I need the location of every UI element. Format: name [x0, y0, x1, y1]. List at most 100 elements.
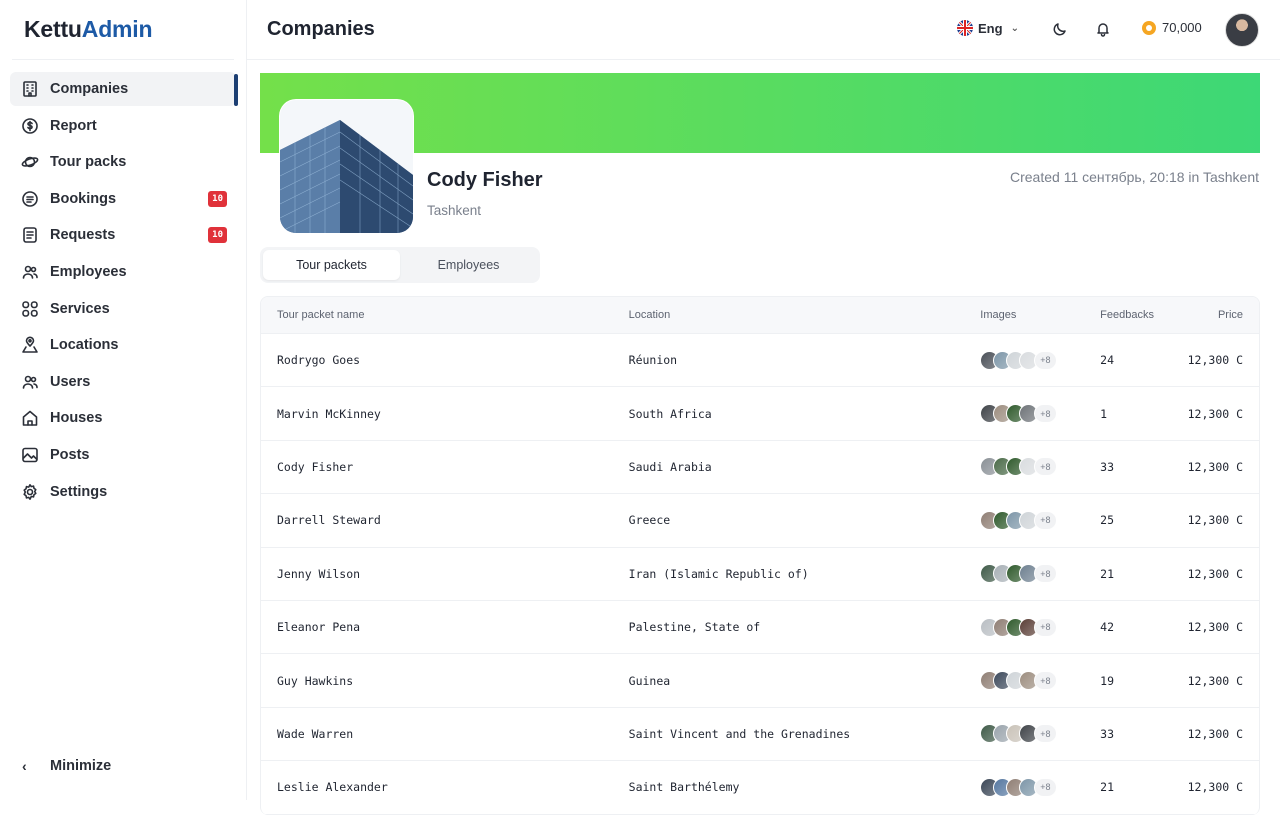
tour-packet-price: 12,300 C: [1187, 726, 1244, 741]
tour-packet-price: 12,300 C: [1187, 406, 1244, 421]
column-header-feedbacks[interactable]: Feedbacks: [1084, 309, 1164, 321]
coin-icon: [1142, 20, 1156, 35]
column-header-name[interactable]: Tour packet name: [261, 309, 613, 321]
avatar[interactable]: [1225, 13, 1259, 47]
tour-packet-feedbacks: 1: [1100, 406, 1108, 421]
tour-packet-feedbacks: 33: [1100, 459, 1115, 474]
tour-packet-feedbacks: 19: [1100, 673, 1115, 688]
sidebar-item-users[interactable]: Users: [10, 365, 236, 399]
table-row[interactable]: Marvin McKinney South Africa +8 1 12,300 C: [261, 387, 1259, 441]
users-icon: [21, 263, 39, 281]
table-row[interactable]: Wade Warren Saint Vincent and the Grenadi…: [261, 708, 1259, 762]
image-thumbnails[interactable]: +8: [980, 724, 1057, 744]
tour-packet-price: 12,300 C: [1187, 566, 1244, 581]
location-icon: [21, 336, 39, 354]
image-thumbnails[interactable]: +8: [980, 457, 1057, 477]
table-row[interactable]: Cody Fisher Saudi Arabia +8 33 12,300 C: [261, 441, 1259, 495]
bookings-count-badge: 10: [208, 190, 227, 207]
tour-packet-feedbacks: 42: [1100, 620, 1115, 635]
building-icon: [21, 80, 39, 98]
table-body: Rodrygo Goes Réunion +8 24 12,300 C Marvin Mc…: [261, 334, 1259, 815]
sidebar-item-houses[interactable]: Houses: [10, 401, 236, 435]
requests-count-badge: 10: [208, 227, 227, 244]
sidebar-item-companies[interactable]: Companies: [10, 72, 238, 106]
planet-icon: [21, 153, 39, 171]
image-thumbnails[interactable]: +8: [980, 777, 1057, 797]
dollar-circle-icon: [21, 117, 39, 135]
table-row[interactable]: Guy Hawkins Guinea +8 19 12,300 C: [261, 654, 1259, 708]
tour-packet-feedbacks: 25: [1100, 513, 1115, 528]
created-info: Created 11 сентябрь, 20:18 in Tashkent: [1010, 169, 1259, 185]
document-icon: [21, 226, 39, 244]
tour-packet-images: +8: [964, 671, 1084, 691]
sidebar-item-locations[interactable]: Locations: [10, 328, 236, 362]
sidebar-item-label: Services: [50, 300, 110, 317]
column-header-price[interactable]: Price: [1164, 309, 1259, 321]
logo-text-part1: Kettu: [24, 16, 82, 42]
image-thumbnails[interactable]: +8: [980, 350, 1057, 370]
sidebar-item-label: Users: [50, 373, 91, 390]
image-thumbnails[interactable]: +8: [980, 564, 1057, 584]
more-images-count: +8: [1034, 671, 1057, 691]
coin-balance-value: 70,000: [1162, 20, 1202, 35]
sidebar-item-label: Tour packs: [50, 154, 127, 171]
table-row[interactable]: Jenny Wilson Iran (Islamic Republic of) +8…: [261, 548, 1259, 601]
image-thumbnails[interactable]: +8: [980, 510, 1057, 530]
tour-packet-feedbacks: 24: [1100, 353, 1115, 368]
ticket-icon: [21, 190, 39, 208]
sidebar-item-settings[interactable]: Settings: [10, 475, 236, 509]
tour-packet-name: Leslie Alexander: [277, 780, 388, 795]
tour-packet-images: +8: [964, 724, 1084, 744]
tour-packet-price: 12,300 C: [1187, 513, 1244, 528]
tour-packet-feedbacks: 21: [1100, 780, 1115, 795]
image-thumbnails[interactable]: +8: [980, 671, 1057, 691]
image-thumbnails[interactable]: +8: [980, 617, 1057, 637]
sidebar-item-bookings[interactable]: Bookings 10: [10, 182, 236, 216]
tour-packet-name: Marvin McKinney: [277, 406, 381, 421]
more-images-count: +8: [1034, 510, 1057, 530]
column-header-images[interactable]: Images: [964, 309, 1084, 321]
more-images-count: +8: [1034, 777, 1057, 797]
table-row[interactable]: Eleanor Pena Palestine, State of +8 42 12,30…: [261, 601, 1259, 655]
app-logo[interactable]: KettuAdmin: [24, 16, 153, 43]
tour-packet-location: Palestine, State of: [628, 620, 761, 635]
top-header: Companies Eng ⌄ 70,000: [247, 0, 1280, 60]
sidebar-item-report[interactable]: Report: [10, 109, 236, 143]
more-images-count: +8: [1034, 617, 1057, 637]
table-row[interactable]: Leslie Alexander Saint Barthélemy +8 21 12,3…: [261, 761, 1259, 815]
sidebar-item-requests[interactable]: Requests 10: [10, 218, 236, 252]
coin-balance[interactable]: 70,000: [1142, 20, 1202, 35]
tour-packet-images: +8: [964, 404, 1084, 424]
tour-packet-feedbacks: 33: [1100, 726, 1115, 741]
company-name: Cody Fisher: [427, 169, 543, 191]
sidebar-nav: Companies Report Tour packs Bookings 10: [10, 72, 238, 511]
tour-packet-name: Guy Hawkins: [277, 673, 354, 688]
table-row[interactable]: Rodrygo Goes Réunion +8 24 12,300 C: [261, 334, 1259, 388]
sidebar-item-posts[interactable]: Posts: [10, 438, 236, 472]
tour-packet-location: Saudi Arabia: [628, 459, 712, 474]
sidebar-item-label: Houses: [50, 410, 103, 427]
tour-packet-images: +8: [964, 350, 1084, 370]
moon-icon[interactable]: [1052, 21, 1068, 37]
tour-packets-table: Tour packet name Location Images Feedbac…: [260, 296, 1260, 815]
sidebar-item-employees[interactable]: Employees: [10, 255, 236, 289]
tour-packet-name: Eleanor Pena: [277, 620, 361, 635]
tour-packet-name: Rodrygo Goes: [277, 353, 361, 368]
tour-packet-images: +8: [964, 510, 1084, 530]
image-thumbnails[interactable]: +8: [980, 404, 1057, 424]
tab-tour-packets[interactable]: Tour packets: [263, 250, 400, 280]
tour-packet-price: 12,300 C: [1187, 620, 1244, 635]
minimize-sidebar-button[interactable]: ‹ Minimize: [22, 758, 111, 774]
sidebar-item-services[interactable]: Services: [10, 292, 236, 326]
language-selector[interactable]: Eng ⌄: [957, 20, 1019, 36]
sidebar-item-tour-packs[interactable]: Tour packs: [10, 145, 236, 179]
uk-flag-icon: [957, 20, 973, 36]
logo-text-part2: Admin: [81, 16, 153, 42]
tab-employees[interactable]: Employees: [400, 250, 537, 280]
bell-icon[interactable]: [1095, 21, 1111, 37]
column-header-location[interactable]: Location: [613, 309, 965, 321]
table-row[interactable]: Darrell Steward Greece +8 25 12,300 C: [261, 494, 1259, 548]
tabs: Tour packets Employees: [260, 247, 540, 283]
tour-packet-name: Darrell Steward: [277, 513, 381, 528]
users-icon: [21, 373, 39, 391]
